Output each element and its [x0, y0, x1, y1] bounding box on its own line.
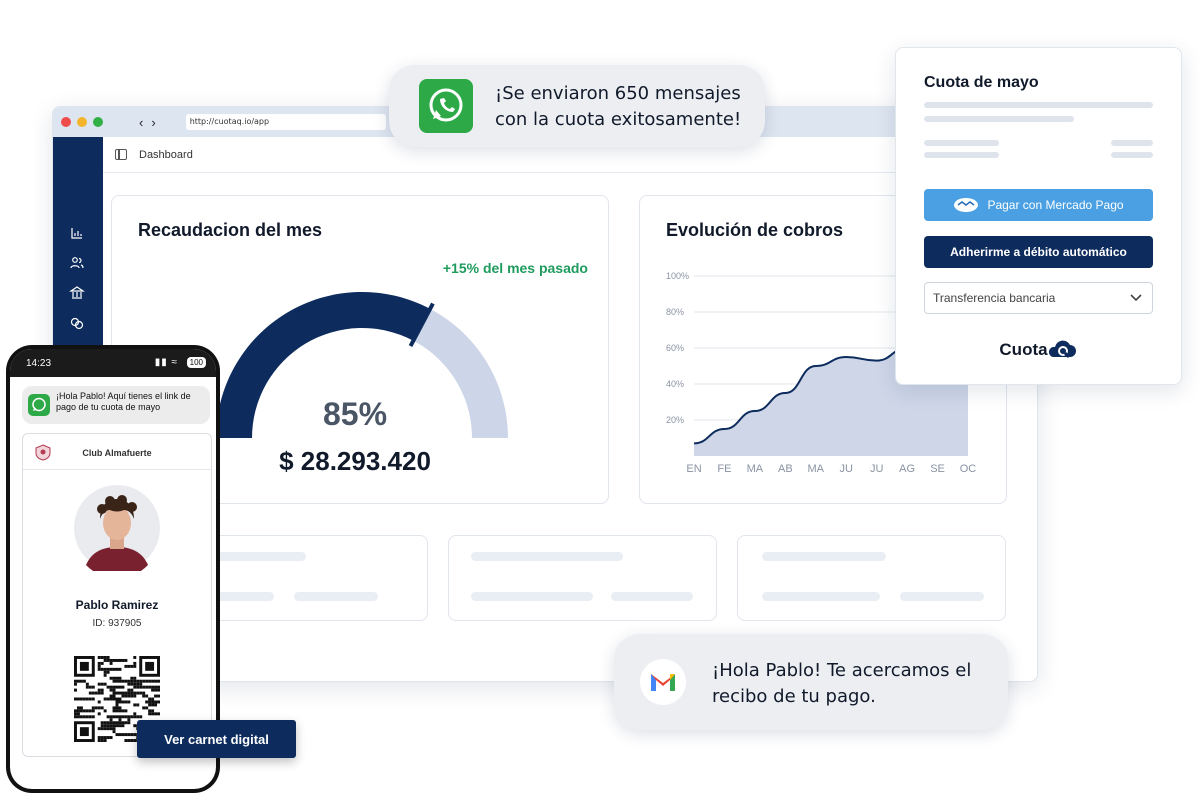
- minimize-window-button[interactable]: [77, 117, 87, 127]
- cloud-q-icon: [1048, 340, 1076, 359]
- gmail-toast: ¡Hola Pablo! Te acercamos el recibo de t…: [614, 634, 1008, 730]
- gmail-toast-line-1: ¡Hola Pablo! Te acercamos el: [712, 660, 972, 681]
- back-arrow-icon[interactable]: ‹: [139, 115, 143, 130]
- y-tick-label: 100%: [666, 271, 689, 281]
- ver-carnet-button[interactable]: Ver carnet digital: [137, 720, 296, 758]
- gmail-toast-line-2: recibo de tu pago.: [712, 686, 876, 707]
- y-tick-label: 40%: [666, 379, 684, 389]
- bank-icon[interactable]: [69, 285, 85, 301]
- payment-method-select[interactable]: Transferencia bancaria: [924, 282, 1153, 314]
- payment-method-value: Transferencia bancaria: [933, 291, 1056, 305]
- notification-text: ¡Hola Pablo! Aquí tienes el link de pago…: [56, 391, 191, 412]
- x-tick-label: MA: [747, 463, 764, 475]
- digital-card: Club Almafuerte Pablo Ramirez ID: 937905: [22, 433, 212, 757]
- gmail-icon: [640, 659, 686, 705]
- close-window-button[interactable]: [61, 117, 71, 127]
- signal-wifi-icon: ▮▮ ≈: [154, 357, 178, 368]
- phone-notification[interactable]: ¡Hola Pablo! Aquí tienes el link de pago…: [22, 386, 210, 424]
- users-icon[interactable]: [69, 255, 85, 271]
- chart-icon[interactable]: [69, 225, 85, 241]
- payment-card: Cuota de mayo Pagar con Mercado Pago Adh…: [895, 47, 1182, 385]
- payment-title: Cuota de mayo: [924, 74, 1039, 91]
- placeholder-card: [737, 535, 1006, 621]
- whatsapp-toast-line-1: ¡Se enviaron 650 mensajes: [495, 83, 741, 104]
- x-tick-label: JU: [839, 463, 853, 475]
- debito-label: Adherirme a débito automático: [950, 245, 1127, 259]
- x-tick-label: FE: [717, 463, 731, 475]
- member-id: ID: 937905: [92, 618, 142, 629]
- recaudacion-title: Recaudacion del mes: [138, 220, 323, 240]
- whatsapp-icon: [28, 394, 50, 416]
- debito-automatico-button[interactable]: Adherirme a débito automático: [924, 236, 1153, 268]
- phone-status-bar: 14:23 ▮▮ ≈ 100: [10, 349, 216, 377]
- handshake-icon: [954, 198, 979, 212]
- whatsapp-toast: ¡Se enviaron 650 mensajes con la cuota e…: [389, 65, 765, 147]
- evolucion-title: Evolución de cobros: [666, 220, 844, 240]
- x-tick-label: EN: [686, 463, 701, 475]
- x-tick-label: MA: [808, 463, 825, 475]
- sidebar-toggle-icon[interactable]: [115, 149, 127, 160]
- whatsapp-toast-line-2: con la cuota exitosamente!: [495, 109, 742, 130]
- maximize-window-button[interactable]: [93, 117, 103, 127]
- coins-icon[interactable]: [69, 315, 85, 331]
- club-name: Club Almafuerte: [82, 448, 152, 458]
- avatar: [74, 485, 160, 571]
- y-tick-label: 60%: [666, 343, 684, 353]
- breadcrumb[interactable]: Dashboard: [139, 149, 193, 161]
- x-tick-label: AG: [899, 463, 915, 475]
- phone-time: 14:23: [26, 358, 52, 369]
- mercado-pago-label: Pagar con Mercado Pago: [987, 198, 1124, 212]
- forward-arrow-icon[interactable]: ›: [151, 115, 155, 130]
- x-tick-label: JU: [870, 463, 884, 475]
- chevron-down-icon: [1130, 294, 1142, 302]
- battery-level: 100: [186, 357, 206, 368]
- cuotaq-logo: Cuota: [896, 340, 1181, 360]
- placeholder-card: [448, 535, 717, 621]
- mercado-pago-button[interactable]: Pagar con Mercado Pago: [924, 189, 1153, 221]
- brand-name: Cuota: [999, 340, 1048, 359]
- x-tick-label: SE: [930, 463, 945, 475]
- y-tick-label: 80%: [666, 307, 684, 317]
- y-tick-label: 20%: [666, 415, 684, 425]
- address-bar[interactable]: http://cuotaq.io/app: [185, 114, 386, 130]
- x-tick-label: OC: [960, 463, 977, 475]
- whatsapp-icon: [419, 79, 473, 133]
- x-tick-label: AB: [778, 463, 793, 475]
- card-header: Club Almafuerte: [23, 434, 211, 470]
- member-name: Pablo Ramirez: [75, 598, 159, 612]
